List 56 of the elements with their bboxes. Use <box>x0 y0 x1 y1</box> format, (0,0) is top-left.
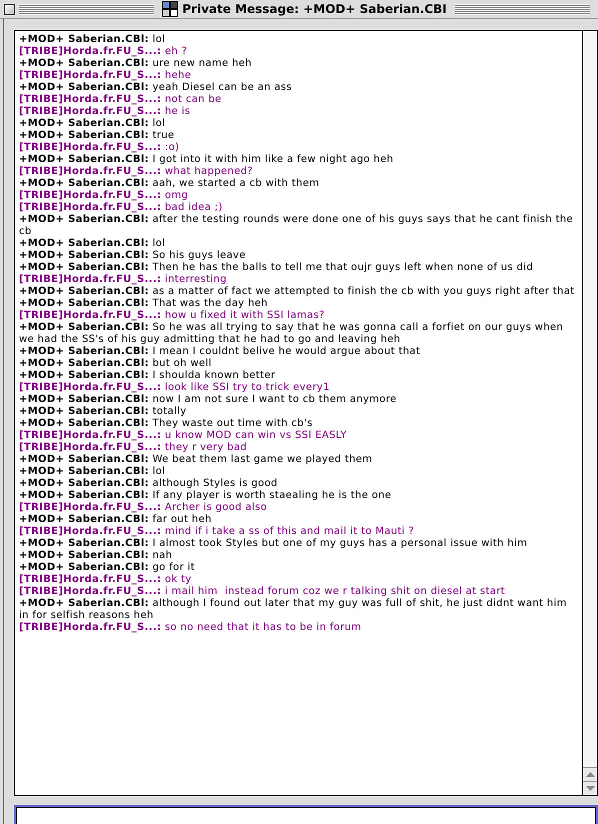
scroll-down-button[interactable] <box>583 781 597 795</box>
chat-message: +MOD+ Saberian.CBl: now I am not sure I want to cb them anymore <box>19 394 398 406</box>
chat-message: +MOD+ Saberian.CBl: far out heh <box>19 514 213 526</box>
chat-message: [TRIBE]Horda.fr.FU_S...: mind if i take a ss of this and mail it to Mauti ? <box>19 526 416 538</box>
chat-message: +MOD+ Saberian.CBl: yeah Diesel can be an ass <box>19 82 293 94</box>
chat-message: [TRIBE]Horda.fr.FU_S...: they r very bad <box>19 442 248 454</box>
scrollbar[interactable] <box>582 31 597 795</box>
chat-message: +MOD+ Saberian.CBl: go for it <box>19 562 196 574</box>
chat-message: +MOD+ Saberian.CBl: I mean I couldnt belive he would argue about that <box>19 346 422 358</box>
chat-message: [TRIBE]Horda.fr.FU_S...: he is <box>19 106 192 118</box>
chat-message: +MOD+ Saberian.CBl: but oh well <box>19 358 213 370</box>
scroll-up-button[interactable] <box>583 767 597 781</box>
chat-message: [TRIBE]Horda.fr.FU_S...: u know MOD can win vs SSI EASLY <box>19 430 348 442</box>
chat-message: [TRIBE]Horda.fr.FU_S...: bad idea ;) <box>19 202 224 214</box>
chat-message: [TRIBE]Horda.fr.FU_S...: interresting <box>19 274 228 286</box>
chat-message: +MOD+ Saberian.CBl: lol <box>19 238 166 250</box>
chat-message: +MOD+ Saberian.CBl: If any player is worth staealing he is the one <box>19 490 392 502</box>
up-arrow-icon <box>586 772 594 777</box>
chat-message: +MOD+ Saberian.CBl: as a matter of fact we attempted to finish the cb with you guys right after that <box>19 286 576 298</box>
title-bar-stripes[interactable] <box>454 4 590 14</box>
chat-message: +MOD+ Saberian.CBl: lol <box>19 466 166 478</box>
chat-message: [TRIBE]Horda.fr.FU_S...: how u fixed it with SSI lamas? <box>19 310 326 322</box>
chat-message: [TRIBE]Horda.fr.FU_S...: look like SSI try to trick every1 <box>19 382 331 394</box>
chat-message: +MOD+ Saberian.CBl: nah <box>19 550 174 562</box>
chat-message: +MOD+ Saberian.CBl: Then he has the balls to tell me that oujr guys left when none of us did <box>19 262 534 274</box>
down-arrow-icon <box>586 786 594 791</box>
chat-message: +MOD+ Saberian.CBl: I got into it with him like a few night ago heh <box>19 154 394 166</box>
chat-message: +MOD+ Saberian.CBl: aah, we started a cb with them <box>19 178 320 190</box>
chat-message: +MOD+ Saberian.CBl: That was the day heh <box>19 298 269 310</box>
chat-message: +MOD+ Saberian.CBl: We beat them last game we played them <box>19 454 374 466</box>
chat-message: [TRIBE]Horda.fr.FU_S...: what happened? <box>19 166 254 178</box>
chat-message: +MOD+ Saberian.CBl: So his guys leave <box>19 250 247 262</box>
chat-message: +MOD+ Saberian.CBl: lol <box>19 118 166 130</box>
message-input-field[interactable] <box>14 805 598 824</box>
chat-message: +MOD+ Saberian.CBl: I shoulda known better <box>19 370 276 382</box>
chat-message: [TRIBE]Horda.fr.FU_S...: i mail him instead forum coz we r talking shit on diesel at start <box>19 586 506 598</box>
chat-message: +MOD+ Saberian.CBl: totally <box>19 406 188 418</box>
chat-message: [TRIBE]Horda.fr.FU_S...: eh ? <box>19 46 188 58</box>
chat-message: [TRIBE]Horda.fr.FU_S...: omg <box>19 190 190 202</box>
chat-message: [TRIBE]Horda.fr.FU_S...: hehe <box>19 70 192 82</box>
chat-message: [TRIBE]Horda.fr.FU_S...: Archer is good also <box>19 502 268 514</box>
window-title: Private Message: +MOD+ Saberian.CBI <box>182 2 447 16</box>
close-box[interactable] <box>4 4 15 14</box>
chat-message: +MOD+ Saberian.CBl: So he was all trying to say that he was gonna call a forfiet on our guys when we had the SS's of his guy admitting that he had to go and leaving heh <box>19 322 564 346</box>
chat-message: +MOD+ Saberian.CBl: although I found out later that my guy was full of shit, he just didnt want him in for selfish reasons heh <box>19 598 568 622</box>
chat-message: +MOD+ Saberian.CBl: They waste out time with cb's <box>19 418 314 430</box>
chat-message: [TRIBE]Horda.fr.FU_S...: :o) <box>19 142 180 154</box>
chat-message: [TRIBE]Horda.fr.FU_S...: ok ty <box>19 574 193 586</box>
chat-message: +MOD+ Saberian.CBl: lol <box>19 34 166 46</box>
chat-message: [TRIBE]Horda.fr.FU_S...: not can be <box>19 94 223 106</box>
chat-message: +MOD+ Saberian.CBl: ure new name heh <box>19 58 253 70</box>
chat-message: +MOD+ Saberian.CBl: I almost took Styles but one of my guys has a personal issue with him <box>19 538 528 550</box>
chat-message: +MOD+ Saberian.CBl: although Styles is good <box>19 478 279 490</box>
app-icon <box>162 1 178 17</box>
chat-message: [TRIBE]Horda.fr.FU_S...: so no need that it has to be in forum <box>19 622 362 634</box>
chat-message: +MOD+ Saberian.CBl: true <box>19 130 176 142</box>
